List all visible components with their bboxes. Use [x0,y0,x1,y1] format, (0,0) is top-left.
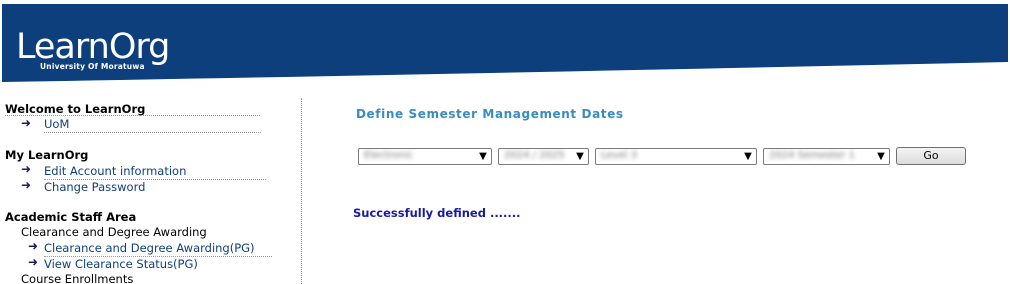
chevron-down-icon: ▼ [744,151,752,162]
arrow-right-icon: ➜ [28,239,39,253]
department-select-value: Electronic [364,150,414,161]
sidebar-section-academic-staff: Academic Staff Area [5,210,137,224]
department-select[interactable]: Electronic ▼ [358,148,492,165]
divider [5,115,260,116]
go-button[interactable]: Go [896,147,966,165]
sidebar-link-uom[interactable]: UoM [44,117,262,133]
arrow-right-icon: ➜ [21,178,32,192]
academic-year-select[interactable]: 2024 / 2025 ▼ [498,148,589,165]
arrow-right-icon: ➜ [21,162,32,176]
page-title: Define Semester Management Dates [356,107,624,121]
sidebar-subheading-course-enrollments[interactable]: Course Enrollments [21,272,133,284]
chevron-down-icon: ▼ [479,151,487,162]
sidebar-link-clearance-pg[interactable]: Clearance and Degree Awarding(PG) [44,241,272,257]
logo-title: LearnOrg [16,27,170,67]
arrow-right-icon: ➜ [28,255,39,269]
academic-year-select-value: 2024 / 2025 [504,150,565,161]
sidebar-section-my-learnorg: My LearnOrg [5,148,89,162]
logo-subtitle: University Of Moratuwa [40,62,145,71]
chevron-down-icon: ▼ [877,151,885,162]
arrow-right-icon: ➜ [21,116,32,130]
sidebar-link-edit-account[interactable]: Edit Account information [44,164,267,180]
level-select-value: Level 3 [601,150,637,161]
sidebar-link-change-password[interactable]: Change Password [44,180,145,195]
chevron-down-icon: ▼ [576,151,584,162]
level-select[interactable]: Level 3 ▼ [595,148,757,165]
sidebar-link-clearance-status-pg[interactable]: View Clearance Status(PG) [44,257,198,272]
status-message: Successfully defined ....... [353,206,521,220]
sidebar: Welcome to LearnOrg ➜ UoM My LearnOrg ➜ … [0,98,302,284]
sidebar-section-welcome: Welcome to LearnOrg [5,102,146,116]
logo[interactable]: LearnOrg University Of Moratuwa [16,27,170,71]
header-banner: LearnOrg University Of Moratuwa [2,4,1008,82]
sidebar-subheading-clearance[interactable]: Clearance and Degree Awarding [21,225,207,239]
semester-select[interactable]: 2024 Semester 1 ▼ [763,148,890,165]
semester-select-value: 2024 Semester 1 [769,150,855,161]
